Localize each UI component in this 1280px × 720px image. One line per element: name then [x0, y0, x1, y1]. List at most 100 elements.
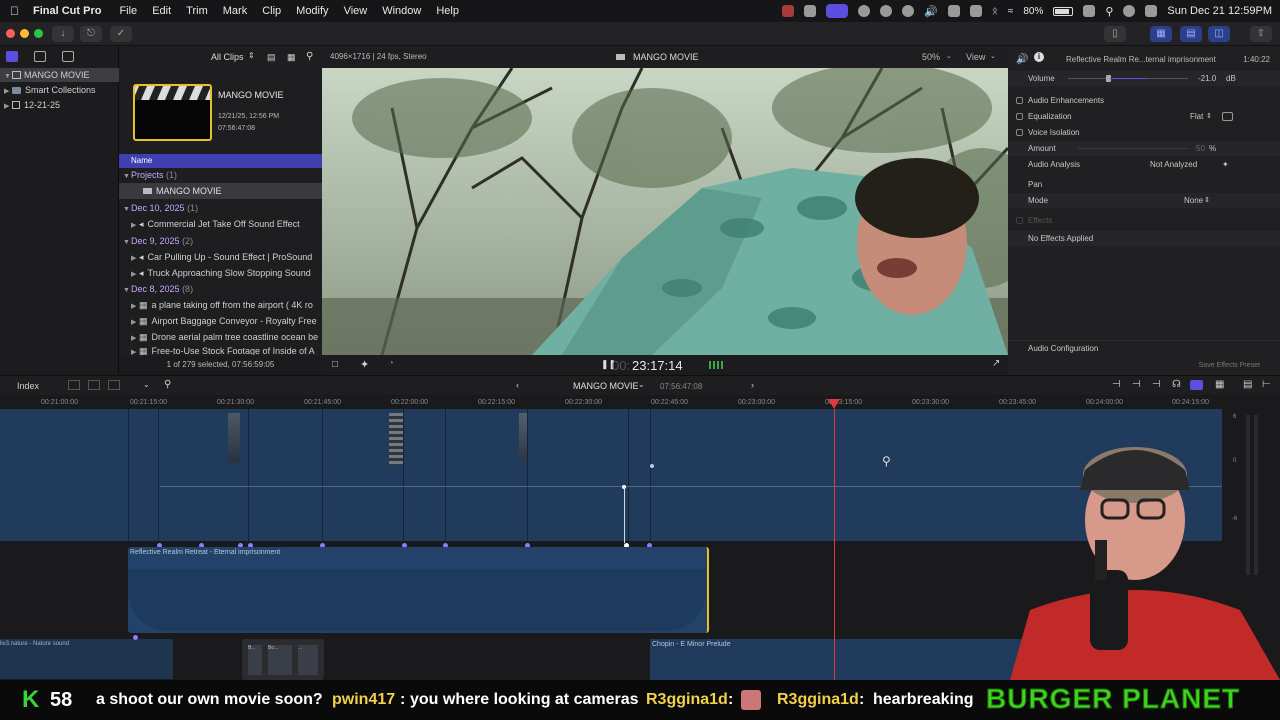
zoom-popup[interactable]: 50% [922, 52, 940, 62]
zoom-window-button[interactable] [34, 29, 43, 38]
battery-icon[interactable] [1053, 6, 1074, 16]
show-browser-button[interactable]: ▦ [1150, 26, 1172, 42]
menu-help[interactable]: Help [436, 5, 459, 17]
import-button[interactable]: ↓ [52, 26, 74, 42]
amount-value[interactable]: 50 [1196, 141, 1205, 156]
bluetooth-icon[interactable]: ᛟ [992, 6, 998, 17]
fullscreen-timeline-icon[interactable]: ⊢ [1262, 379, 1271, 390]
timeline-ruler[interactable]: 00:21:00:00 00:21:15:00 00:21:30:00 00:2… [0, 395, 1222, 409]
mode-popup[interactable]: None [1184, 193, 1203, 208]
menu-view[interactable]: View [344, 5, 368, 17]
skimming-icon[interactable]: ⊣ [1112, 379, 1121, 390]
small-clips-group[interactable]: B... Bo... ... [242, 639, 324, 680]
status-grid-icon[interactable] [880, 5, 893, 17]
audio-clip-main[interactable]: Reflective Realm Retreat - Eternal impri… [128, 547, 709, 633]
view-menu[interactable]: View [966, 52, 985, 62]
menubar-clock[interactable]: Sun Dec 21 12:59PM [1167, 5, 1272, 17]
status-app-icon[interactable] [782, 5, 795, 17]
volume-value[interactable]: -21.0 [1198, 71, 1216, 86]
filmstrip-view-icon[interactable]: ▤ [267, 52, 276, 63]
keywords-button[interactable]: ⎋ [80, 26, 102, 42]
voice-isolation-checkbox[interactable] [1016, 129, 1023, 136]
list-item[interactable]: ▶ ◂ Commercial Jet Take Off Sound Effect [119, 216, 322, 232]
audio-inspector-tab-icon[interactable]: 🔊 [1016, 52, 1028, 67]
list-item[interactable]: ▶ ▦ a plane taking off from the airport ( … [119, 297, 322, 313]
wifi-icon[interactable]: ≈ [1008, 6, 1014, 17]
list-item[interactable]: ▶ ◂ Truck Approaching Slow Stopping Sound [119, 265, 322, 281]
amount-slider[interactable] [1078, 148, 1188, 149]
browser-search-icon[interactable]: ⚲ [306, 51, 313, 62]
timecode-display[interactable]: 23:17:14 [632, 358, 683, 373]
append-clip-icon[interactable] [68, 380, 80, 390]
menu-clip[interactable]: Clip [262, 5, 281, 17]
playhead[interactable] [834, 409, 835, 680]
volume-slider[interactable] [1068, 75, 1188, 82]
volume-icon[interactable]: 🔊 [924, 5, 938, 18]
audio-skimming-icon[interactable]: ⊣ [1152, 379, 1161, 390]
show-timeline-button[interactable]: ▤ [1180, 26, 1202, 42]
audio-enhancements-header[interactable]: Audio Enhancements [1008, 93, 1280, 108]
info-inspector-tab-icon[interactable]: i [1034, 52, 1044, 62]
zoom-tool-icon[interactable]: ⚲ [164, 379, 171, 390]
control-toggle-icon[interactable] [1145, 5, 1158, 17]
minimize-window-button[interactable] [20, 29, 29, 38]
section-toggle-checkbox[interactable] [1016, 97, 1023, 104]
menu-window[interactable]: Window [382, 5, 421, 17]
column-header-name[interactable]: Name [119, 154, 322, 168]
retime-tool-icon[interactable]: ✦ [360, 358, 369, 371]
sidebar-item-event[interactable]: ▶ 12-21-25 [0, 98, 119, 112]
overwrite-clip-icon[interactable] [108, 380, 120, 390]
sidebar-library-item[interactable]: ▼ MANGO MOVIE [0, 68, 119, 82]
back-arrow-icon[interactable]: ‹ [516, 380, 519, 390]
menu-modify[interactable]: Modify [296, 5, 328, 17]
list-item[interactable]: ▶ ▦ Free-to-Use Stock Footage of Inside of… [119, 345, 322, 355]
close-window-button[interactable] [6, 29, 15, 38]
list-item[interactable]: ▶ ▦ Drone aerial palm tree coastline ocean… [119, 329, 322, 345]
equalization-popup[interactable]: Flat [1190, 109, 1203, 124]
status-recording-icon[interactable] [826, 4, 849, 18]
titles-generators-tab-icon[interactable] [62, 51, 74, 62]
group-dec8[interactable]: ▼Dec 8, 2025 (8) [119, 281, 322, 297]
audio-config-row[interactable]: Audio Configuration [1008, 340, 1280, 355]
project-thumbnail[interactable] [133, 84, 212, 141]
transform-tool-icon[interactable]: □ [332, 359, 338, 370]
small-clip[interactable]: ... [298, 645, 318, 675]
speed-tool-icon[interactable]: ◔ [388, 358, 394, 369]
audio-clip-nature[interactable]: liv3.nature - Nature sound [0, 639, 173, 679]
screen-mirror-icon[interactable] [969, 5, 982, 17]
menu-file[interactable]: File [119, 5, 137, 17]
menu-edit[interactable]: Edit [152, 5, 171, 17]
status-box-icon[interactable] [947, 5, 960, 17]
forward-arrow-icon[interactable]: › [751, 380, 754, 390]
list-item[interactable]: ▶ ▦ Airport Baggage Conveyor - Royalty Fre… [119, 313, 322, 329]
control-center-icon[interactable] [1083, 5, 1096, 17]
menu-trim[interactable]: Trim [186, 5, 208, 17]
background-tasks-button[interactable]: ✓ [110, 26, 132, 42]
group-dec10[interactable]: ▼Dec 10, 2025 (1) [119, 200, 322, 216]
chevron-down-icon[interactable]: ⌄ [143, 380, 150, 389]
apple-icon[interactable]:  [10, 4, 19, 18]
clip-filter-popup[interactable]: All Clips [211, 52, 244, 62]
snapping-icon[interactable]: ⊣ [1132, 379, 1141, 390]
group-dec9[interactable]: ▼Dec 9, 2025 (2) [119, 233, 322, 249]
viewer-frame[interactable] [322, 68, 1008, 355]
equalization-checkbox[interactable] [1016, 113, 1023, 120]
save-effects-preset-button[interactable]: Save Effects Preset [1199, 358, 1260, 373]
transitions-browser-icon[interactable]: ▤ [1243, 379, 1252, 390]
share-workspace-button[interactable]: ▯ [1104, 26, 1126, 42]
clip-appearance-icon[interactable] [1190, 380, 1203, 390]
photos-audio-tab-icon[interactable] [34, 51, 46, 62]
status-circle-icon[interactable] [858, 5, 871, 17]
effects-checkbox[interactable] [1016, 217, 1023, 224]
keyframe-dot[interactable] [650, 464, 654, 468]
siri-icon[interactable] [1123, 5, 1136, 17]
list-view-icon[interactable]: ▦ [287, 52, 296, 63]
status-sync-icon[interactable] [804, 5, 817, 17]
menu-mark[interactable]: Mark [223, 5, 247, 17]
magic-wand-icon[interactable]: ✦ [1222, 157, 1229, 172]
effects-browser-icon[interactable]: ▦ [1215, 379, 1224, 390]
share-button[interactable]: ⇧ [1250, 26, 1272, 42]
fullscreen-icon[interactable]: ↗ [992, 358, 1000, 369]
keyframe-dot[interactable] [133, 635, 138, 640]
group-projects[interactable]: ▼Projects (1) [119, 167, 322, 183]
